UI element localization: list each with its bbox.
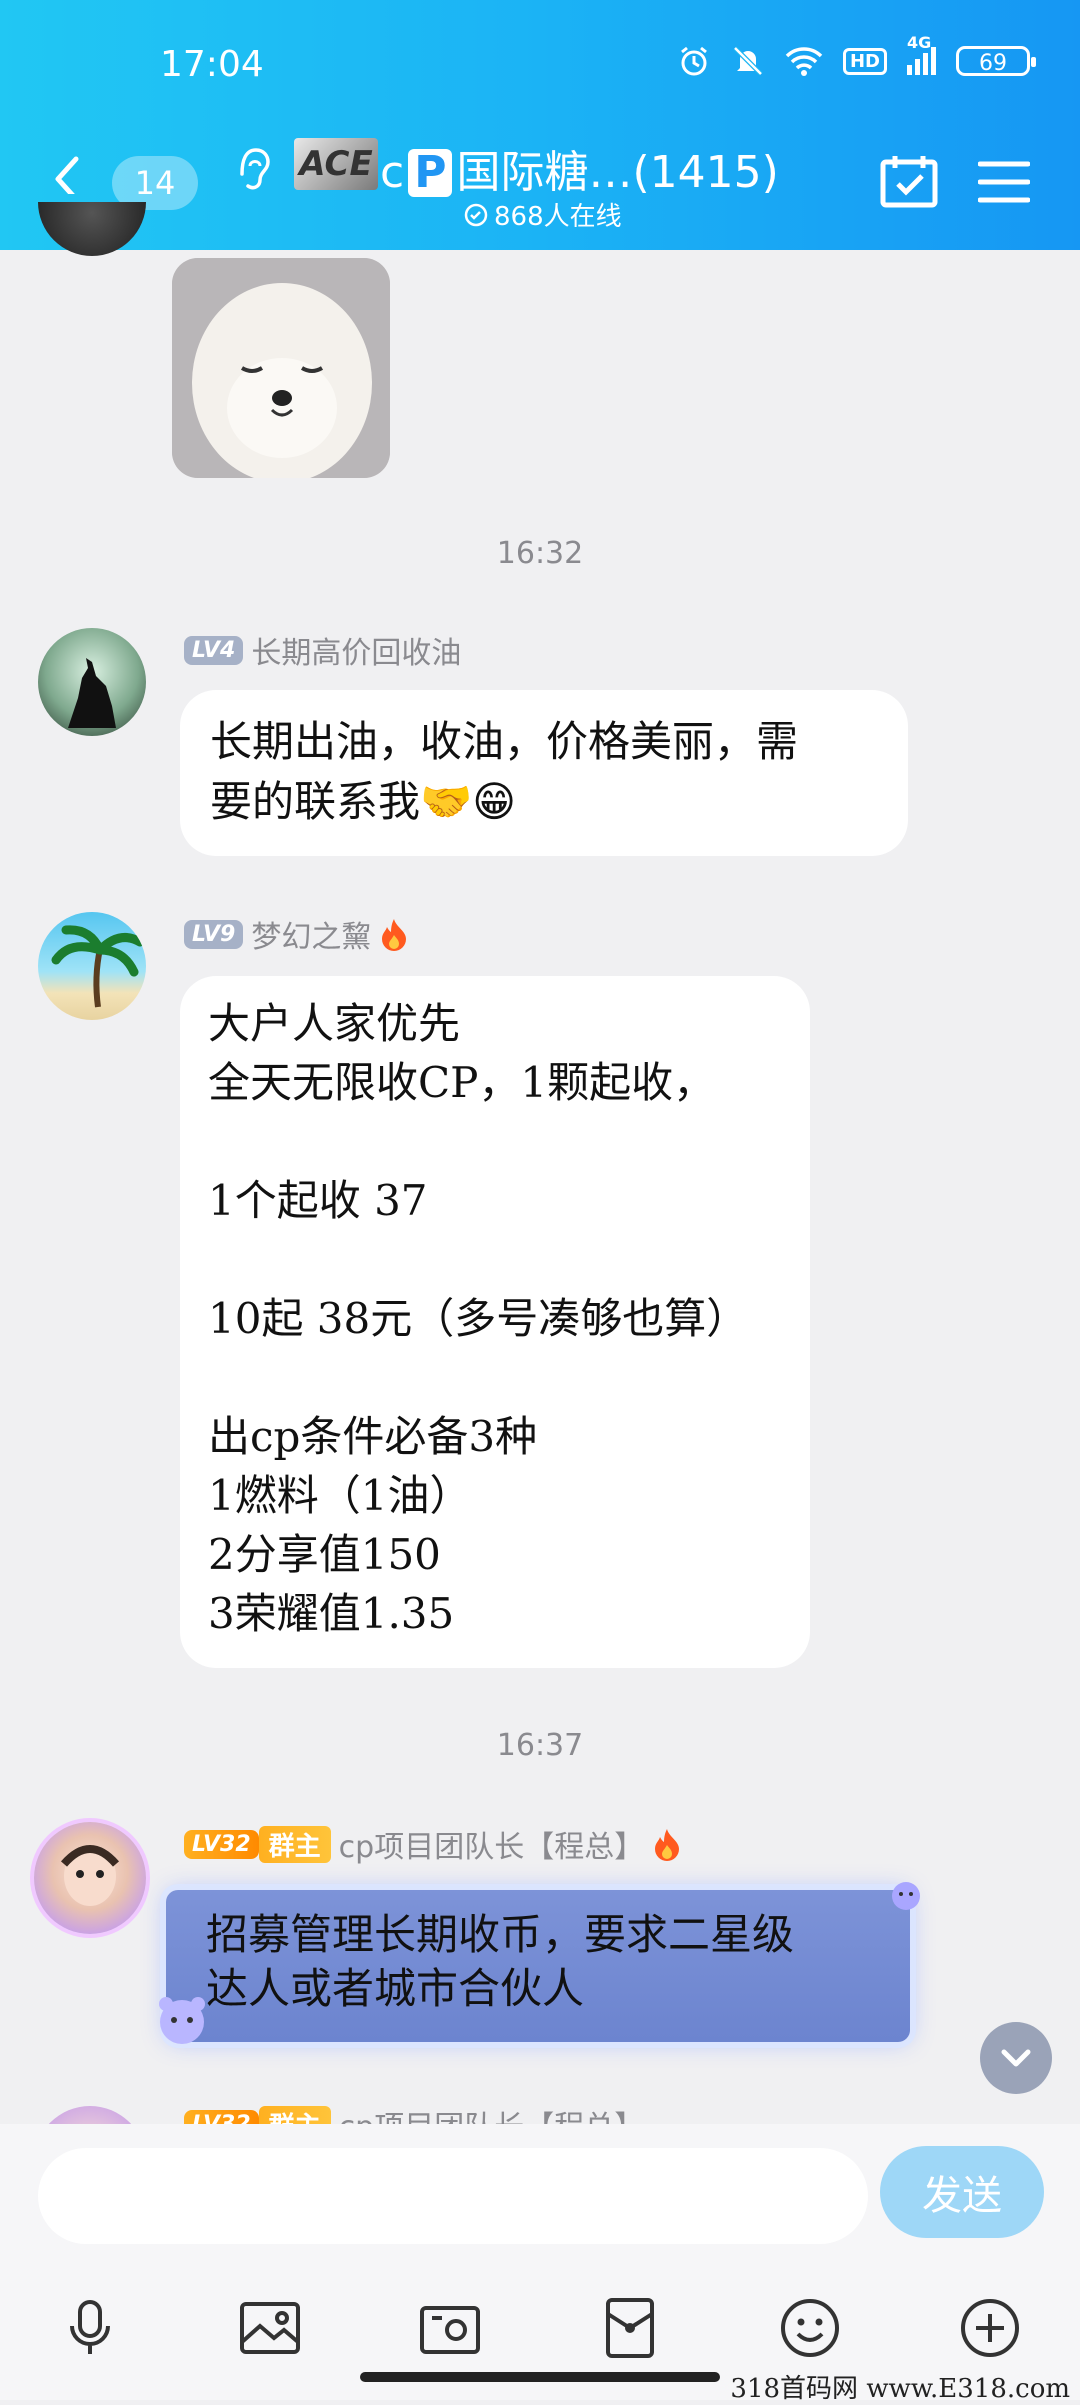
title-prefix: c xyxy=(380,147,405,198)
timestamp: 16:32 xyxy=(496,536,584,571)
message-line: 全天无限收CP，1颗起收， xyxy=(208,1058,716,1107)
message-line xyxy=(208,1230,782,1289)
message-bubble[interactable]: 长期出油，收油，价格美丽，需 要的联系我🤝😁 xyxy=(180,690,908,856)
alarm-icon xyxy=(681,46,707,76)
message-line: 10起 38元（多号凑够也算） xyxy=(208,1294,749,1343)
title-main: 国际糖…(1415) xyxy=(456,147,779,198)
emoji-icon[interactable] xyxy=(778,2296,842,2360)
unread-count-badge[interactable]: 14 xyxy=(112,156,198,210)
fire-icon xyxy=(382,919,407,951)
avatar[interactable] xyxy=(38,912,146,1020)
plus-icon[interactable] xyxy=(958,2296,1022,2360)
avatar[interactable] xyxy=(34,2106,146,2124)
wifi-icon xyxy=(785,47,823,76)
bubble-mascot-icon xyxy=(892,1882,920,1910)
title-p-box: P xyxy=(408,149,453,197)
hd-badge: HD xyxy=(842,47,887,75)
scroll-to-bottom-button[interactable] xyxy=(980,2022,1052,2094)
sender-name[interactable]: 梦幻之黧 xyxy=(251,912,371,956)
vip-message-bubble[interactable]: 招募管理长期收币，要求二星级 达人或者城市合伙人 xyxy=(166,1890,910,2042)
ear-icon[interactable] xyxy=(232,144,272,192)
red-packet-icon[interactable] xyxy=(598,2296,662,2360)
sender-name[interactable]: cp项目团队长【程总】 xyxy=(339,2102,645,2124)
menu-icon[interactable] xyxy=(978,160,1030,204)
message-line: 1个起收 37 xyxy=(208,1176,428,1225)
avatar[interactable] xyxy=(38,628,146,736)
level-badge: LV32 xyxy=(184,1829,259,1859)
camera-icon[interactable] xyxy=(418,2296,482,2360)
owner-role-badge: 群主 xyxy=(258,2105,331,2124)
sender-row: LV9 梦幻之黧 xyxy=(184,912,409,956)
message-line: 3荣耀值1.35 xyxy=(208,1589,455,1638)
owner-role-badge: 群主 xyxy=(258,1825,331,1863)
message-bubble[interactable]: 大户人家优先 全天无限收CP，1颗起收， 1个起收 37 10起 38元（多号凑… xyxy=(180,976,810,1668)
microphone-icon[interactable] xyxy=(58,2296,122,2360)
online-count: 868人在线 xyxy=(464,196,622,233)
message-line: 出cp条件必备3种 xyxy=(208,1412,538,1461)
home-indicator[interactable] xyxy=(360,2372,720,2382)
send-button[interactable]: 发送 xyxy=(880,2146,1044,2238)
network-type: 4G xyxy=(907,33,932,52)
check-circle-icon xyxy=(464,203,488,226)
mute-bell-icon xyxy=(733,46,763,76)
level-badge: LV9 xyxy=(184,919,244,949)
group-logo: ACE xyxy=(294,138,378,190)
sender-row: LV4 长期高价回收油 xyxy=(184,628,461,672)
message-line: 招募管理长期收币，要求二星级 xyxy=(206,1910,795,1959)
chat-header: 17:04 HD 4G 69 14 ACE c P 国际糖…(1415) 868人在… xyxy=(0,0,1080,250)
status-icons: HD 4G 69 xyxy=(677,33,1036,78)
dog-sticker-image[interactable] xyxy=(172,258,390,478)
message-line: 2分享值150 xyxy=(208,1530,441,1579)
avatar[interactable] xyxy=(34,1822,146,1934)
sender-name[interactable]: cp项目团队长【程总】 xyxy=(339,1822,645,1866)
calendar-check-icon[interactable] xyxy=(880,154,938,208)
signal-icon: 4G xyxy=(907,33,936,75)
status-time: 17:04 xyxy=(160,44,264,85)
message-line: 长期出油，收油，价格美丽，需 xyxy=(210,717,799,766)
message-line xyxy=(208,1112,782,1171)
message-line: 达人或者城市合伙人 xyxy=(206,1964,585,2013)
sender-row: LV32 群主 cp项目团队长【程总】 xyxy=(184,1822,682,1866)
input-bar: 发送 xyxy=(0,2124,1080,2400)
timestamp: 16:37 xyxy=(496,1728,584,1763)
bubble-mascot-icon xyxy=(159,1997,205,2044)
message-line: 大户人家优先 xyxy=(208,999,461,1048)
sender-name[interactable]: 长期高价回收油 xyxy=(251,628,461,672)
message-line: 要的联系我🤝😁 xyxy=(210,777,517,826)
level-badge: LV32 xyxy=(184,2109,259,2124)
level-badge: LV4 xyxy=(184,635,244,665)
battery-indicator: 69 xyxy=(956,46,1036,76)
sender-row: LV32 群主 cp项目团队长【程总】 xyxy=(184,2102,644,2124)
message-line xyxy=(208,1348,782,1407)
partial-message-row: LV32 群主 cp项目团队长【程总】 xyxy=(0,2096,1080,2124)
online-text: 868人在线 xyxy=(494,202,622,232)
group-title[interactable]: c P 国际糖…(1415) xyxy=(380,136,779,200)
message-line: 1燃料（1油） xyxy=(208,1471,472,1520)
chevron-down-icon xyxy=(1001,2049,1031,2067)
back-arrow-icon[interactable] xyxy=(52,150,82,194)
image-icon[interactable] xyxy=(238,2296,302,2360)
fire-icon xyxy=(655,1829,680,1861)
message-input[interactable] xyxy=(38,2148,868,2244)
watermark: 318首码网 www.E318.com xyxy=(730,2374,1070,2404)
